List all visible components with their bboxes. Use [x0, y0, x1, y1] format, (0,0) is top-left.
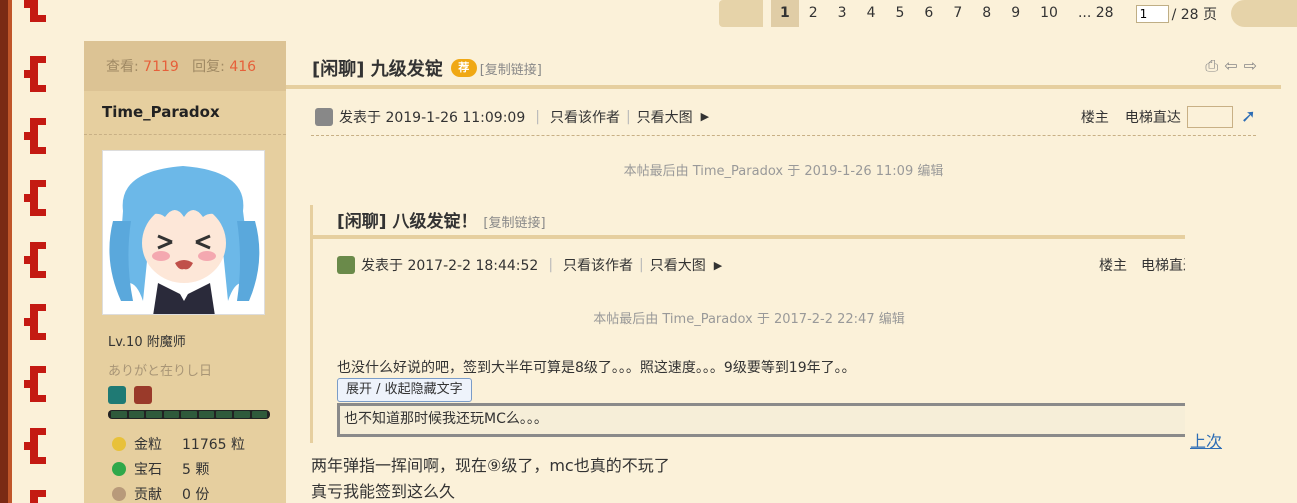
diamond-helmet-medal-icon[interactable]: [108, 386, 126, 404]
page-link[interactable]: 6: [914, 0, 943, 27]
quoted-floor-label: 楼主: [1099, 258, 1127, 274]
attr-row-contribution: 贡献 0 份: [112, 481, 286, 503]
contribution-icon: [112, 486, 126, 501]
attr-label: 宝石: [134, 461, 162, 478]
page-link[interactable]: 4: [857, 0, 886, 27]
post-meta-right: 楼主 电梯直达 ➚: [1080, 105, 1256, 128]
attr-value: 11765 粒: [182, 436, 245, 453]
page-link[interactable]: 10: [1030, 0, 1068, 27]
gold-nugget-icon: [112, 436, 126, 451]
user-status-icon: [337, 256, 355, 274]
views-count: 7119: [143, 59, 179, 75]
page-link[interactable]: 3: [828, 0, 857, 27]
quoted-edit-notice: 本帖最后由 Time_Paradox 于 2017-2-2 22:47 编辑: [593, 312, 905, 327]
next-thread-icon[interactable]: ⇨: [1244, 56, 1257, 76]
floor-label: 楼主: [1080, 109, 1109, 126]
views-label: 查看:: [106, 59, 139, 75]
quoted-copy-link[interactable]: [复制链接]: [483, 216, 545, 231]
quoted-post: [闲聊] 八级发锭！ [复制链接] 发表于 2017-2-2 18:44:52 …: [310, 205, 1185, 443]
recommended-badge: 荐: [450, 59, 477, 77]
user-motto: ありがと在りし日: [108, 364, 213, 379]
level-progress-bar: [108, 410, 270, 419]
emerald-icon: [112, 461, 126, 476]
attr-row-gems: 宝石 5 颗: [112, 456, 286, 481]
page-link[interactable]: 8: [972, 0, 1001, 27]
attr-label: 金粒: [134, 436, 162, 453]
quoted-meta-right: 楼主 电梯直达: [1085, 255, 1185, 275]
attr-value: 0 份: [182, 486, 210, 503]
attr-value: 5 颗: [182, 461, 210, 478]
online-status-icon: [315, 107, 333, 126]
post-title: [闲聊] 九级发锭: [312, 59, 443, 80]
print-icon[interactable]: ⎙: [1205, 56, 1218, 76]
post-tools: ⎙ ⇦ ⇨: [1205, 56, 1257, 76]
big-images-link[interactable]: 只看大图: [637, 107, 693, 127]
quoted-header-divider: [313, 235, 1185, 239]
pagination-left-ornament: [718, 0, 763, 27]
page-link-last[interactable]: ... 28: [1068, 0, 1124, 27]
quoted-post-title-row: [闲聊] 八级发锭！ [复制链接]: [337, 207, 546, 232]
page-link[interactable]: 2: [799, 0, 828, 27]
post-body-line: 两年弹指一挥间啊，现在⑨级了，mc也真的不玩了: [311, 456, 670, 475]
toggle-hidden-text-button[interactable]: 展开 / 收起隐藏文字: [337, 378, 472, 402]
page-link[interactable]: 5: [886, 0, 915, 27]
last-link[interactable]: 上次: [1190, 428, 1222, 452]
pagination-right-ornament: [1231, 0, 1297, 27]
copy-link-button[interactable]: [复制链接]: [480, 59, 542, 78]
avatar-illustration-icon: [103, 151, 264, 314]
post-body: 两年弹指一挥间啊，现在⑨级了，mc也真的不玩了 真亏我能签到这么久: [311, 453, 670, 503]
user-attributes: 金粒 11765 粒 宝石 5 颗 贡献 0 份: [112, 431, 286, 503]
post-date: 发表于 2019-1-26 11:09:09: [339, 109, 526, 126]
caret-right-icon[interactable]: ▶: [714, 259, 722, 272]
attr-label: 贡献: [134, 486, 162, 503]
quoted-only-author-link[interactable]: 只看该作者: [563, 255, 633, 275]
replies-label: 回复:: [192, 59, 225, 75]
avatar[interactable]: [102, 150, 265, 315]
thread-stats: 查看: 7119 回复: 416: [84, 41, 286, 91]
hidden-text-box: 也不知道那时候我还玩MC么。。。: [337, 403, 1185, 437]
floor-jump-input[interactable]: [1186, 105, 1233, 128]
page-link[interactable]: 7: [943, 0, 972, 27]
page-link[interactable]: 9: [1001, 0, 1030, 27]
post-body-line: 真亏我能签到这么久: [311, 482, 456, 501]
caret-right-icon[interactable]: ▶: [701, 110, 709, 123]
attr-row-gold: 金粒 11765 粒: [112, 431, 286, 456]
left-decorative-border: [0, 0, 62, 503]
quoted-post-date: 发表于 2017-2-2 18:44:52: [361, 258, 539, 274]
quoted-post-body: 也没什么好说的吧，签到大半年可算是8级了。。。照这速度。。。9级要等到19年了。…: [337, 360, 856, 376]
author-sidebar: 查看: 7119 回复: 416 Time_Paradox Lv.10 附魔师 …: [84, 41, 286, 503]
medal-list: [108, 386, 286, 404]
post-header: [闲聊] 九级发锭 荐 [复制链接] ⎙ ⇦ ⇨: [286, 41, 1281, 89]
page-link-current[interactable]: 1: [770, 0, 799, 27]
go-arrow-icon[interactable]: ➚: [1241, 106, 1256, 127]
pagination: 1 2 3 4 5 6 7 8 9 10 ... 28 / 28 页: [718, 0, 1297, 27]
previous-thread-icon[interactable]: ⇦: [1224, 56, 1237, 76]
page-total: / 28 页: [1171, 6, 1217, 23]
author-name[interactable]: Time_Paradox: [84, 91, 286, 135]
quoted-post-title: [闲聊] 八级发锭！: [337, 212, 478, 232]
replies-count: 416: [229, 59, 257, 75]
elevator-label: 电梯直达: [1124, 109, 1181, 126]
quoted-big-images-link[interactable]: 只看大图: [650, 255, 706, 275]
quoted-elevator-label: 电梯直达: [1141, 258, 1185, 274]
only-author-link[interactable]: 只看该作者: [550, 107, 620, 127]
leather-helmet-medal-icon[interactable]: [134, 386, 152, 404]
post-meta: 发表于 2019-1-26 11:09:09 | 只看该作者 | 只看大图 ▶ …: [311, 98, 1256, 136]
post-title-row: [闲聊] 九级发锭 荐 [复制链接]: [312, 55, 542, 81]
page-jump-input[interactable]: [1135, 4, 1169, 23]
edit-notice: 本帖最后由 Time_Paradox 于 2019-1-26 11:09 编辑: [623, 164, 944, 179]
user-level[interactable]: Lv.10 附魔师: [108, 331, 286, 350]
quoted-post-meta: 发表于 2017-2-2 18:44:52 | 只看该作者 | 只看大图 ▶ 楼…: [337, 255, 1185, 275]
